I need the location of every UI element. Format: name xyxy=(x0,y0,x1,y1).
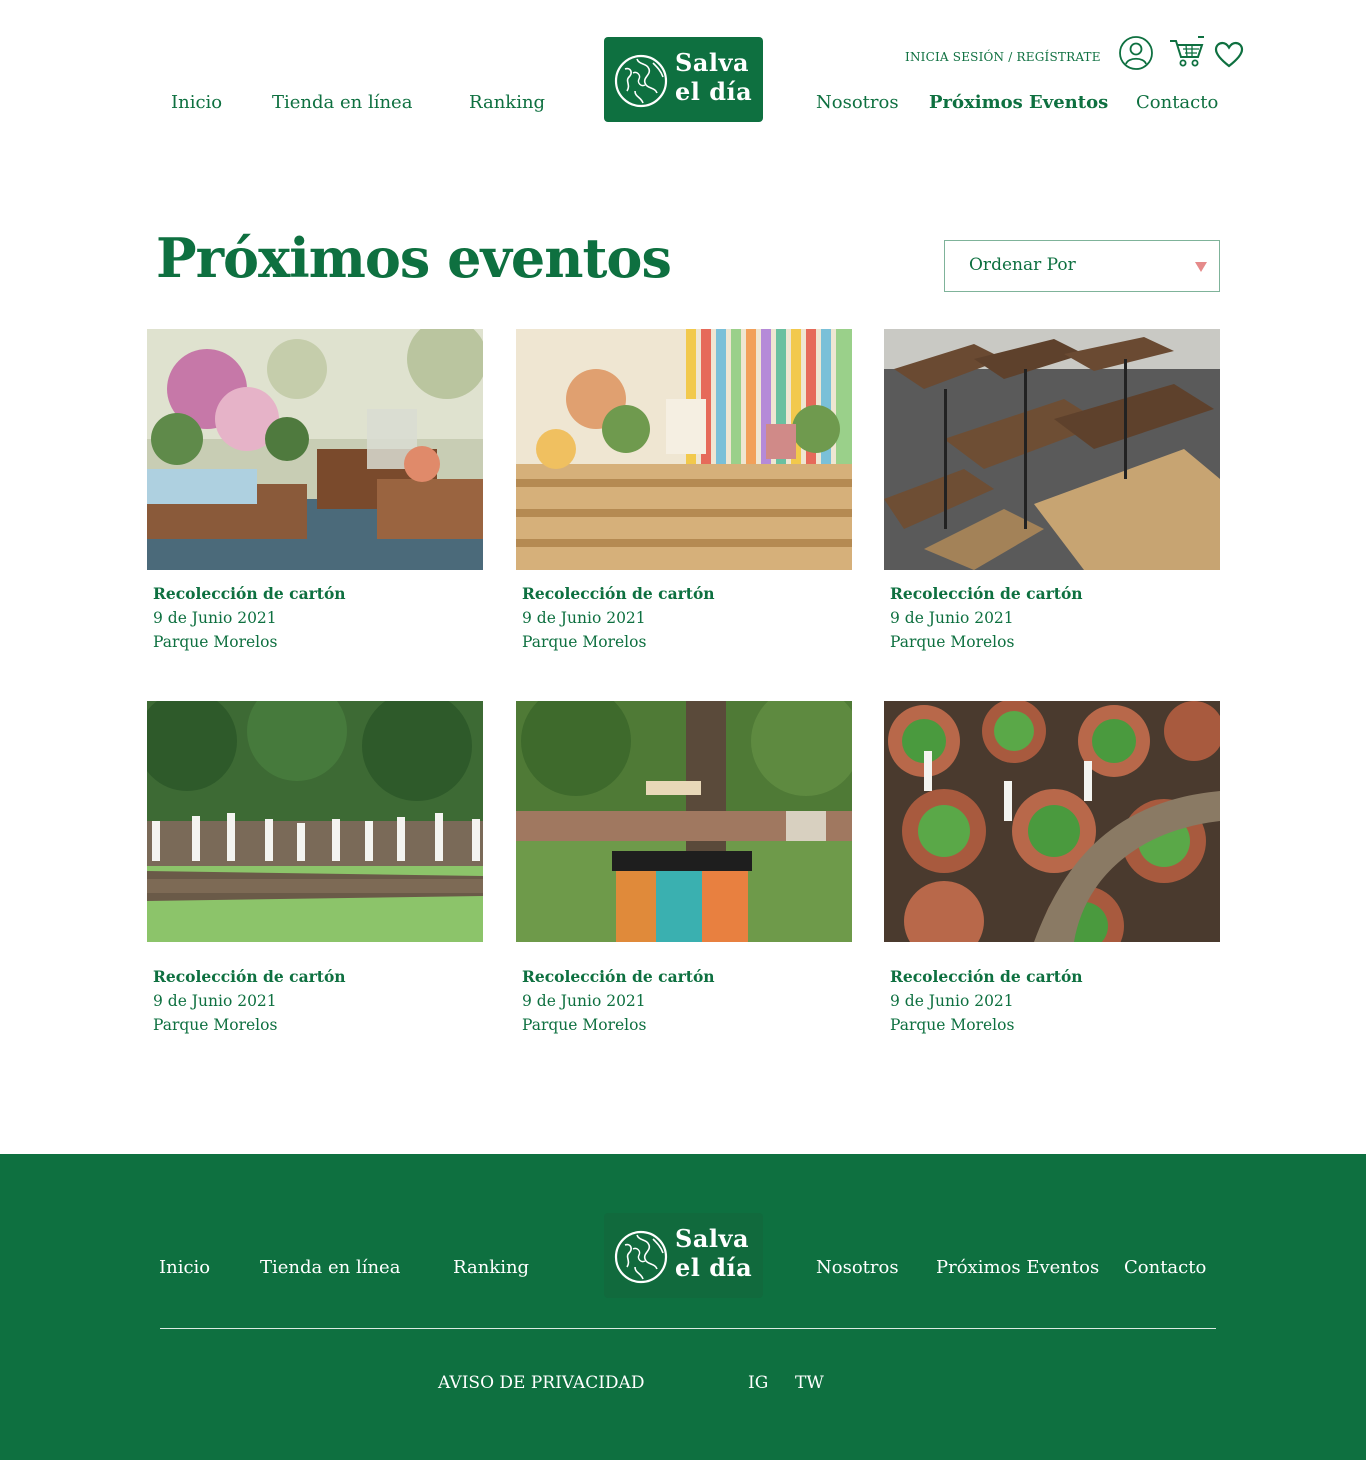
nav-proximos-eventos[interactable]: Próximos Eventos xyxy=(929,92,1108,113)
event-chairs-bags-photo xyxy=(884,329,1220,570)
globe-icon xyxy=(614,1230,668,1284)
user-icon[interactable] xyxy=(1118,35,1154,71)
cart-icon[interactable] xyxy=(1168,35,1206,69)
event-info: Recolección de cartón 9 de Junio 2021 Pa… xyxy=(890,582,1083,654)
event-title: Recolección de cartón xyxy=(153,584,346,603)
site-header: Inicio Tienda en línea Ranking Salva el … xyxy=(0,0,1366,150)
nav-nosotros[interactable]: Nosotros xyxy=(816,92,899,113)
footer-nav-tienda-en-linea[interactable]: Tienda en línea xyxy=(260,1257,400,1278)
sort-dropdown-label: Ordenar Por xyxy=(969,255,1076,275)
login-register-link[interactable]: INICIA SESIÓN / REGÍSTRATE xyxy=(905,50,1101,64)
event-pallet-dessert-table-photo xyxy=(516,329,852,570)
event-info: Recolección de cartón 9 de Junio 2021 Pa… xyxy=(153,965,346,1037)
event-place: Parque Morelos xyxy=(890,633,1015,651)
footer-nav-ranking[interactable]: Ranking xyxy=(453,1257,529,1278)
event-info: Recolección de cartón 9 de Junio 2021 Pa… xyxy=(890,965,1083,1037)
instagram-link[interactable]: IG xyxy=(748,1373,768,1393)
event-title: Recolección de cartón xyxy=(522,584,715,603)
globe-icon xyxy=(614,54,668,108)
sort-dropdown[interactable]: Ordenar Por xyxy=(944,240,1220,292)
event-place: Parque Morelos xyxy=(522,633,647,651)
nav-inicio[interactable]: Inicio xyxy=(171,92,222,113)
event-table-flowers-photo xyxy=(147,329,483,570)
event-title: Recolección de cartón xyxy=(890,584,1083,603)
nav-ranking[interactable]: Ranking xyxy=(469,92,545,113)
event-title: Recolección de cartón xyxy=(153,967,346,986)
page-title: Próximos eventos xyxy=(156,226,672,290)
event-info: Recolección de cartón 9 de Junio 2021 Pa… xyxy=(522,965,715,1037)
event-info: Recolección de cartón 9 de Junio 2021 Pa… xyxy=(522,582,715,654)
footer-divider xyxy=(160,1328,1216,1329)
nav-tienda-en-linea[interactable]: Tienda en línea xyxy=(272,92,412,113)
event-date: 9 de Junio 2021 xyxy=(890,609,1014,627)
logo-text: Salva el día xyxy=(675,48,753,106)
event-title: Recolección de cartón xyxy=(890,967,1083,986)
event-seedlings-pots-photo xyxy=(884,701,1220,942)
event-title: Recolección de cartón xyxy=(522,967,715,986)
footer-nav-inicio[interactable]: Inicio xyxy=(159,1257,210,1278)
caret-down-icon xyxy=(1195,262,1207,272)
footer-nav-proximos-eventos[interactable]: Próximos Eventos xyxy=(936,1257,1099,1278)
privacy-notice-link[interactable]: AVISO DE PRIVACIDAD xyxy=(438,1373,644,1393)
event-date: 9 de Junio 2021 xyxy=(153,992,277,1010)
site-footer: Inicio Tienda en línea Ranking Salva el … xyxy=(0,1154,1366,1460)
event-compost-bins-photo xyxy=(516,701,852,942)
twitter-link[interactable]: TW xyxy=(795,1373,824,1393)
event-place: Parque Morelos xyxy=(890,1016,1015,1034)
heart-icon[interactable] xyxy=(1214,41,1244,68)
site-logo[interactable]: Salva el día xyxy=(604,37,763,122)
event-date: 9 de Junio 2021 xyxy=(522,609,646,627)
event-date: 9 de Junio 2021 xyxy=(153,609,277,627)
logo-text: Salva el día xyxy=(675,1224,753,1282)
footer-nav-nosotros[interactable]: Nosotros xyxy=(816,1257,899,1278)
event-date: 9 de Junio 2021 xyxy=(522,992,646,1010)
event-place: Parque Morelos xyxy=(153,633,278,651)
footer-nav-contacto[interactable]: Contacto xyxy=(1124,1257,1206,1278)
event-place: Parque Morelos xyxy=(153,1016,278,1034)
nav-contacto[interactable]: Contacto xyxy=(1136,92,1218,113)
footer-logo[interactable]: Salva el día xyxy=(604,1213,763,1298)
event-forest-group-photo xyxy=(147,701,483,942)
event-info: Recolección de cartón 9 de Junio 2021 Pa… xyxy=(153,582,346,654)
event-date: 9 de Junio 2021 xyxy=(890,992,1014,1010)
event-place: Parque Morelos xyxy=(522,1016,647,1034)
